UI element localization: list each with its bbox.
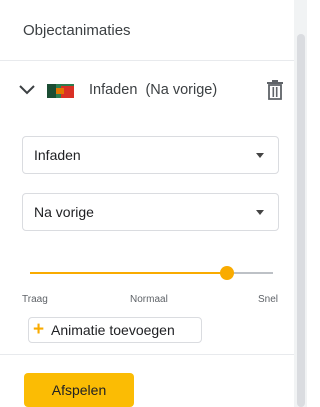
slider-handle[interactable] <box>220 266 234 280</box>
footer-divider <box>0 354 294 355</box>
animation-effect-name: Infaden <box>89 82 138 98</box>
effect-select-value: Infaden <box>34 147 81 163</box>
speed-slider[interactable] <box>30 263 273 283</box>
object-animations-panel: Objectanimaties Infaden (Na vorige) Infa… <box>0 0 294 407</box>
plus-icon: + <box>33 319 45 340</box>
add-animation-label: Animatie toevoegen <box>51 322 175 338</box>
slide-object-thumbnail <box>47 84 74 98</box>
trigger-select[interactable]: Na vorige <box>22 193 279 231</box>
trigger-select-value: Na vorige <box>34 204 94 220</box>
panel-title: Objectanimaties <box>23 22 131 39</box>
animation-list-item[interactable]: Infaden (Na vorige) <box>0 74 294 108</box>
trash-icon[interactable] <box>266 80 284 100</box>
animation-trigger: (Na vorige) <box>145 82 218 98</box>
scrollbar-thumb[interactable] <box>297 34 305 407</box>
speed-label-fast: Snel <box>258 294 279 305</box>
play-button[interactable]: Afspelen <box>24 373 134 407</box>
dropdown-caret-icon <box>256 210 264 215</box>
header-divider <box>0 60 294 61</box>
effect-select[interactable]: Infaden <box>22 136 279 174</box>
dropdown-caret-icon <box>256 153 264 158</box>
play-button-label: Afspelen <box>51 382 107 398</box>
animation-label: Infaden (Na vorige) <box>89 82 217 98</box>
speed-label-slow: Traag <box>22 294 48 305</box>
slider-track-active <box>30 272 227 274</box>
chevron-down-icon[interactable] <box>17 80 37 100</box>
add-animation-button[interactable]: + Animatie toevoegen <box>28 317 202 343</box>
speed-label-normal: Normaal <box>130 294 168 305</box>
